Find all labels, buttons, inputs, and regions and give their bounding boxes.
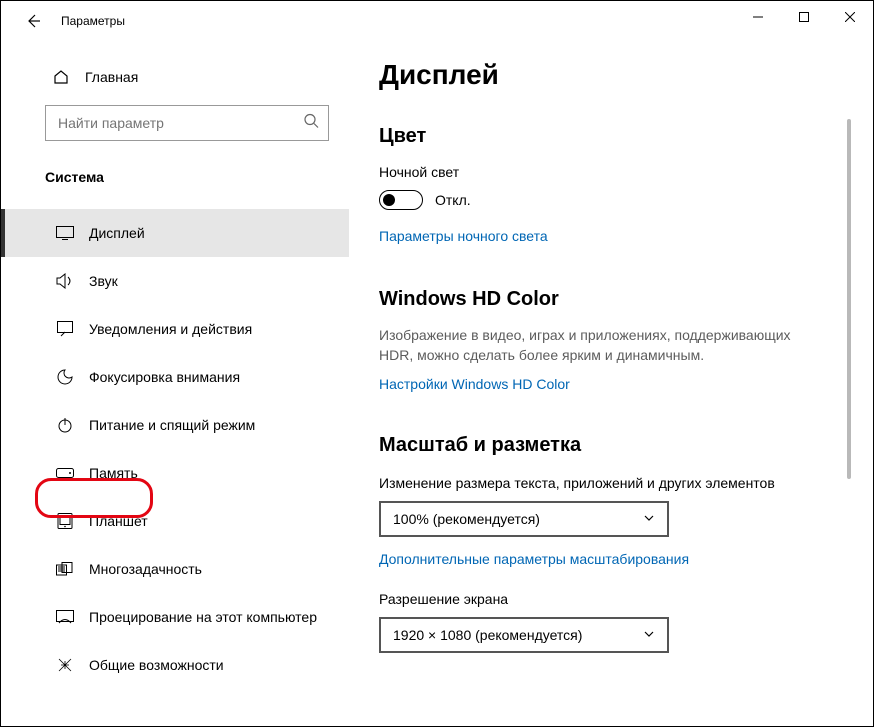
sidebar-item-tablet[interactable]: Планшет xyxy=(1,497,349,545)
section-scale-heading: Масштаб и разметка xyxy=(379,434,851,457)
sidebar: Главная Система Дисплей Звук Уведомления… xyxy=(1,41,349,726)
display-icon xyxy=(55,226,75,240)
notifications-icon xyxy=(55,321,75,337)
focus-icon xyxy=(55,369,75,385)
minimize-button[interactable] xyxy=(735,1,781,33)
sound-icon xyxy=(55,273,75,289)
sidebar-item-label: Общие возможности xyxy=(89,657,224,673)
sidebar-item-label: Фокусировка внимания xyxy=(89,369,240,385)
hdcolor-settings-link[interactable]: Настройки Windows HD Color xyxy=(379,376,570,392)
section-hdcolor-heading: Windows HD Color xyxy=(379,288,851,311)
scale-select[interactable]: 100% (рекомендуется) xyxy=(379,501,669,537)
chevron-down-icon xyxy=(643,511,655,527)
sidebar-item-storage[interactable]: Память xyxy=(1,449,349,497)
sidebar-item-sound[interactable]: Звук xyxy=(1,257,349,305)
power-icon xyxy=(55,417,75,433)
sidebar-item-label: Дисплей xyxy=(89,225,145,241)
home-icon xyxy=(51,69,71,85)
sidebar-item-focus[interactable]: Фокусировка внимания xyxy=(1,353,349,401)
tablet-icon xyxy=(55,513,75,529)
projecting-icon xyxy=(55,610,75,624)
hdcolor-description: Изображение в видео, играх и приложениях… xyxy=(379,325,819,366)
sidebar-section-label: Система xyxy=(1,141,349,197)
resolution-label: Разрешение экрана xyxy=(379,591,851,607)
sidebar-item-projecting[interactable]: Проецирование на этот компьютер xyxy=(1,593,349,641)
storage-icon xyxy=(55,468,75,478)
sidebar-item-shared[interactable]: Общие возможности xyxy=(1,641,349,689)
scrollbar-thumb[interactable] xyxy=(847,119,851,479)
close-button[interactable] xyxy=(827,1,873,33)
night-light-toggle[interactable] xyxy=(379,190,423,210)
night-light-state: Откл. xyxy=(435,192,471,208)
resolution-select-value: 1920 × 1080 (рекомендуется) xyxy=(393,627,582,643)
sidebar-item-notifications[interactable]: Уведомления и действия xyxy=(1,305,349,353)
maximize-button[interactable] xyxy=(781,1,827,33)
sidebar-item-label: Питание и спящий режим xyxy=(89,417,255,433)
page-title: Дисплей xyxy=(379,59,851,91)
sidebar-item-multitasking[interactable]: Многозадачность xyxy=(1,545,349,593)
sidebar-item-display[interactable]: Дисплей xyxy=(1,209,349,257)
section-color-heading: Цвет xyxy=(379,125,851,148)
nav-list: Дисплей Звук Уведомления и действия Фоку… xyxy=(1,209,349,689)
scrollbar[interactable] xyxy=(847,119,851,639)
window-controls xyxy=(735,1,873,33)
sidebar-item-label: Проецирование на этот компьютер xyxy=(89,609,317,625)
advanced-scaling-link[interactable]: Дополнительные параметры масштабирования xyxy=(379,551,689,567)
sidebar-item-label: Планшет xyxy=(89,513,148,529)
resolution-select[interactable]: 1920 × 1080 (рекомендуется) xyxy=(379,617,669,653)
home-link[interactable]: Главная xyxy=(1,63,349,91)
search-icon xyxy=(303,113,319,134)
sidebar-item-label: Многозадачность xyxy=(89,561,202,577)
home-label: Главная xyxy=(85,69,138,85)
multitasking-icon xyxy=(55,562,75,576)
search-wrap xyxy=(45,105,329,141)
back-button[interactable] xyxy=(19,13,47,29)
sidebar-item-label: Уведомления и действия xyxy=(89,321,252,337)
sidebar-item-label: Память xyxy=(89,465,138,481)
chevron-down-icon xyxy=(643,627,655,643)
shared-icon xyxy=(55,657,75,673)
window-title: Параметры xyxy=(61,14,125,28)
night-light-settings-link[interactable]: Параметры ночного света xyxy=(379,228,548,244)
scale-label: Изменение размера текста, приложений и д… xyxy=(379,475,851,491)
main-content: Дисплей Цвет Ночной свет Откл. Параметры… xyxy=(349,41,873,726)
titlebar: Параметры xyxy=(1,1,873,41)
search-input[interactable] xyxy=(45,105,329,141)
scale-select-value: 100% (рекомендуется) xyxy=(393,511,540,527)
sidebar-item-label: Звук xyxy=(89,273,118,289)
night-light-label: Ночной свет xyxy=(379,164,851,180)
sidebar-item-power[interactable]: Питание и спящий режим xyxy=(1,401,349,449)
